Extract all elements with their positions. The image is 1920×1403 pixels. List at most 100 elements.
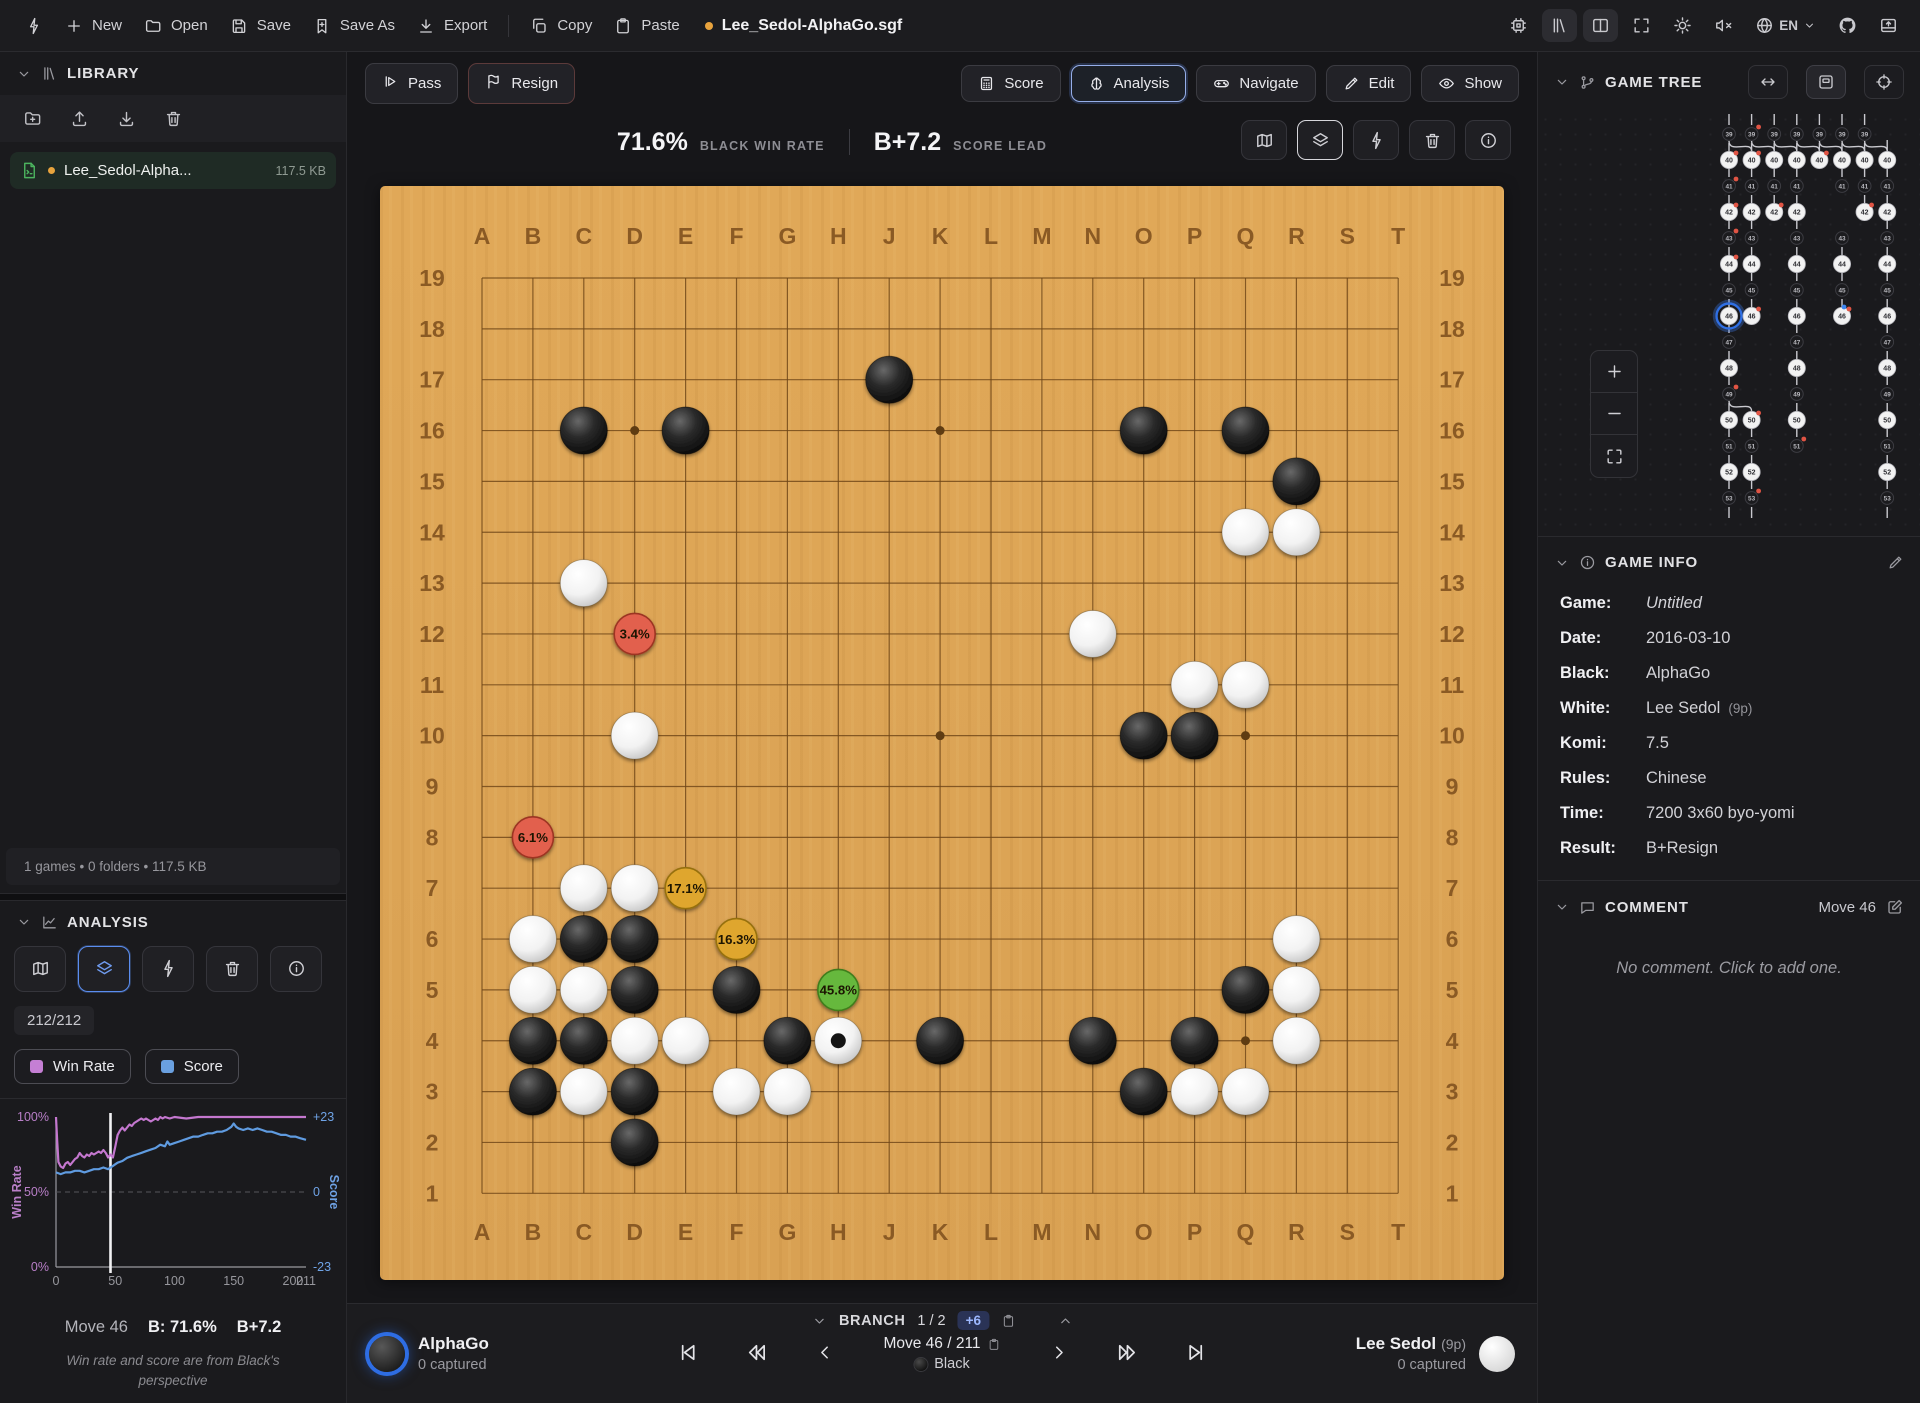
- analysis-header[interactable]: ANALYSIS: [0, 901, 346, 944]
- language-button[interactable]: EN: [1747, 9, 1824, 42]
- black-stone-P4[interactable]: [1171, 1017, 1218, 1064]
- github-button[interactable]: [1830, 9, 1865, 42]
- tree-target-button[interactable]: [1864, 65, 1904, 99]
- go-board[interactable]: AABBCCDDEEFFGGHHJJKKLLMMNNOOPPQQRRSSTT19…: [380, 186, 1504, 1280]
- black-stone-B4[interactable]: [509, 1017, 556, 1064]
- white-stone-Q11[interactable]: [1222, 661, 1269, 708]
- white-stone-D4[interactable]: [611, 1017, 658, 1064]
- black-stone-J17[interactable]: [866, 356, 913, 403]
- white-stone-G3[interactable]: [764, 1068, 811, 1115]
- black-stone-K4[interactable]: [917, 1017, 964, 1064]
- analysis-mark-E7[interactable]: 17.1%: [665, 868, 706, 909]
- white-stone-D7[interactable]: [611, 865, 658, 912]
- open-button[interactable]: Open: [133, 9, 219, 43]
- black-stone-D6[interactable]: [611, 916, 658, 963]
- winrate-plot[interactable]: 100%50%0%+230-23050100150200211Win RateS…: [4, 1107, 343, 1312]
- save-as-button[interactable]: Save As: [302, 9, 406, 43]
- white-stone-C5[interactable]: [560, 966, 607, 1013]
- black-stone-B3[interactable]: [509, 1068, 556, 1115]
- next-move-button[interactable]: [1045, 1338, 1074, 1370]
- chevron-down-icon[interactable]: [811, 1313, 827, 1329]
- white-stone-R5[interactable]: [1273, 966, 1320, 1013]
- white-stone-B5[interactable]: [509, 966, 556, 1013]
- white-stone-N12[interactable]: [1069, 610, 1116, 657]
- white-stone-D10[interactable]: [611, 712, 658, 759]
- white-stone-R6[interactable]: [1273, 916, 1320, 963]
- upload-button[interactable]: [61, 102, 98, 135]
- trash-button[interactable]: [155, 102, 192, 135]
- dock-button[interactable]: [1871, 9, 1906, 42]
- black-stone-C6[interactable]: [560, 916, 607, 963]
- black-stone-C4[interactable]: [560, 1017, 607, 1064]
- game-info-header[interactable]: GAME INFO: [1538, 541, 1920, 584]
- white-stone-Q14[interactable]: [1222, 509, 1269, 556]
- fast-forward-button[interactable]: [1112, 1337, 1143, 1371]
- bolt-tool-button[interactable]: [142, 946, 194, 992]
- tree-grid-button[interactable]: [1806, 65, 1846, 99]
- trash-tool-button[interactable]: [206, 946, 258, 992]
- tree-zoom-expand-button[interactable]: [1591, 435, 1637, 477]
- white-stone-F3[interactable]: [713, 1068, 760, 1115]
- pass-button[interactable]: Pass: [365, 63, 458, 104]
- white-stone-C7[interactable]: [560, 865, 607, 912]
- winrate-chart[interactable]: 100%50%0%+230-23050100150200211Win RateS…: [0, 1099, 346, 1312]
- info-tool-button[interactable]: [270, 946, 322, 992]
- black-stone-C16[interactable]: [560, 407, 607, 454]
- black-stone-D5[interactable]: [611, 966, 658, 1013]
- panel-toggle-button[interactable]: [1583, 9, 1618, 42]
- white-stone-C13[interactable]: [560, 560, 607, 607]
- library-toggle-button[interactable]: [1542, 9, 1577, 42]
- legend-toggle-win-rate[interactable]: Win Rate: [14, 1049, 131, 1084]
- tree-zoom-minus-button[interactable]: [1591, 393, 1637, 435]
- map-tool-button[interactable]: [1241, 120, 1287, 160]
- first-move-button[interactable]: [672, 1337, 703, 1371]
- map-tool-button[interactable]: [14, 946, 66, 992]
- theme-button[interactable]: [1665, 9, 1700, 42]
- game-tree[interactable]: 3940414243444546474849505152533940414243…: [1538, 112, 1920, 532]
- download-tray-button[interactable]: [108, 102, 145, 135]
- layers-tool-button[interactable]: [1297, 120, 1343, 160]
- legend-toggle-score[interactable]: Score: [145, 1049, 239, 1084]
- black-stone-D3[interactable]: [611, 1068, 658, 1115]
- folder-plus-button[interactable]: [14, 102, 51, 135]
- black-stone-O3[interactable]: [1120, 1068, 1167, 1115]
- white-stone-R14[interactable]: [1273, 509, 1320, 556]
- analysis-mark-H5[interactable]: 45.8%: [818, 969, 859, 1010]
- library-header[interactable]: LIBRARY: [0, 52, 346, 95]
- engine-button[interactable]: [1501, 9, 1536, 42]
- edit-game-info-icon[interactable]: [1887, 554, 1904, 571]
- black-stone-E16[interactable]: [662, 407, 709, 454]
- paste-button[interactable]: Paste: [603, 9, 690, 43]
- comment-body[interactable]: No comment. Click to add one.: [1538, 929, 1920, 1008]
- white-stone-E4[interactable]: [662, 1017, 709, 1064]
- black-stone-P10[interactable]: [1171, 712, 1218, 759]
- prev-move-button[interactable]: [810, 1338, 839, 1370]
- export-button[interactable]: Export: [406, 9, 498, 43]
- black-stone-D2[interactable]: [611, 1119, 658, 1166]
- analysis-mark-B8[interactable]: 6.1%: [512, 817, 553, 858]
- app-logo[interactable]: [14, 9, 54, 43]
- white-stone-C3[interactable]: [560, 1068, 607, 1115]
- info-tool-button[interactable]: [1465, 120, 1511, 160]
- new-button[interactable]: New: [54, 9, 133, 43]
- board-svg[interactable]: AABBCCDDEEFFGGHHJJKKLLMMNNOOPPQQRRSSTT19…: [380, 186, 1504, 1280]
- black-stone-Q5[interactable]: [1222, 966, 1269, 1013]
- black-stone-G4[interactable]: [764, 1017, 811, 1064]
- chevron-up-icon[interactable]: [1057, 1313, 1073, 1329]
- black-stone-O16[interactable]: [1120, 407, 1167, 454]
- mode-analysis-button[interactable]: Analysis: [1071, 65, 1187, 102]
- white-stone-R4[interactable]: [1273, 1017, 1320, 1064]
- tree-arrows-h-button[interactable]: [1748, 65, 1788, 99]
- branch-badge[interactable]: +6: [958, 1311, 989, 1330]
- last-move-button[interactable]: [1181, 1337, 1212, 1371]
- black-stone-O10[interactable]: [1120, 712, 1167, 759]
- mode-score-button[interactable]: Score: [961, 65, 1060, 102]
- white-stone-B6[interactable]: [509, 916, 556, 963]
- layers-tool-button[interactable]: [78, 946, 130, 992]
- fullscreen-button[interactable]: [1624, 9, 1659, 42]
- mode-edit-button[interactable]: Edit: [1326, 65, 1412, 102]
- white-stone-P11[interactable]: [1171, 661, 1218, 708]
- mode-navigate-button[interactable]: Navigate: [1196, 65, 1315, 102]
- white-stone-Q3[interactable]: [1222, 1068, 1269, 1115]
- edit-comment-icon[interactable]: [1886, 898, 1904, 916]
